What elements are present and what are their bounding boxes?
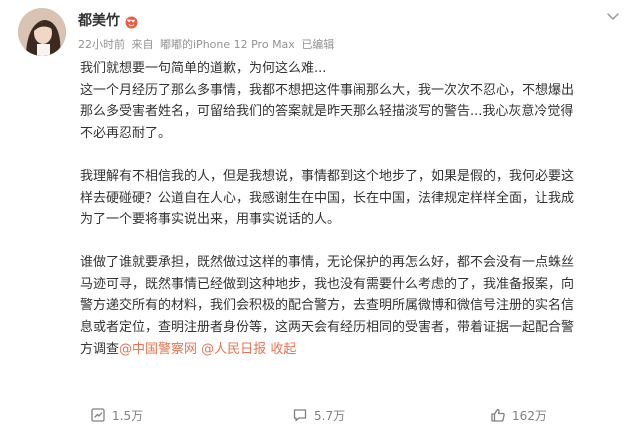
text-line: 我理解有不相信我的人，但是我想说，事情都到这个地步了，如果是假的，我何必要这	[80, 168, 575, 184]
paragraph-3: 谁做了谁就要承担，既然做过这样的事情，无论保护的再怎么好，都不会没有一点蛛丝 马…	[80, 252, 620, 361]
paragraph-2: 我理解有不相信我的人，但是我想说，事情都到这个地步了，如果是假的，我何必要这 样…	[80, 166, 620, 231]
avatar-image	[18, 8, 66, 56]
repost-count: 1.5万	[112, 408, 144, 423]
repost-icon	[91, 408, 105, 422]
text-fragment: 方调查	[80, 341, 120, 357]
text-line: 息或者定位，查明注册者身份等，这两天会有经历相同的受害者，带着证据一起配合警	[80, 320, 575, 336]
mention-link[interactable]: @人民日报	[201, 342, 266, 357]
edited-label[interactable]: 已编辑	[301, 38, 334, 51]
mention-link[interactable]: @中国警察网	[119, 342, 197, 357]
thumbs-up-icon	[491, 408, 505, 422]
like-count: 162万	[512, 408, 547, 423]
post-actions: 1.5万 5.7万 162万	[80, 404, 620, 426]
repost-button[interactable]: 1.5万	[90, 407, 143, 424]
author-name[interactable]: 都美竹	[78, 10, 120, 30]
text-line: 警方递交所有的材料，我们会积极的配合警方，去查明所属微博和微信号注册的实名信	[80, 298, 575, 314]
comment-icon	[293, 409, 307, 422]
like-button[interactable]: 162万	[490, 407, 547, 424]
text-line: 样去硬碰硬？公道自在人心，我感谢生在中国，长在中国，法律规定样样全面，让我成	[80, 190, 575, 206]
text-line-last: 方调查@中国警察网 @人民日报 收起	[80, 339, 620, 361]
post-content: 我们就想要一句简单的道歉，为何这么难... 这一个月经历了那么多事情，我都不想把…	[80, 58, 620, 360]
text-line: 为了一个要将事实说出来，用事实说话的人。	[80, 212, 341, 228]
author-row: 都美竹	[78, 10, 138, 30]
post-meta: 22小时前 来自 嘟嘟的iPhone 12 Pro Max 已编辑	[78, 36, 337, 52]
source-prefix: 来自	[131, 38, 154, 51]
paragraph-1: 我们就想要一句简单的道歉，为何这么难... 这一个月经历了那么多事情，我都不想把…	[80, 58, 620, 145]
text-line: 不必再忍耐了。	[80, 126, 172, 142]
comment-count: 5.7万	[314, 408, 346, 423]
text-line: 我们就想要一句简单的道歉，为何这么难...	[80, 61, 327, 76]
comment-button[interactable]: 5.7万	[292, 407, 345, 424]
source-device[interactable]: 嘟嘟的iPhone 12 Pro Max	[160, 38, 295, 51]
collapse-link[interactable]: 收起	[270, 342, 296, 357]
text-line: 这一个月经历了那么多事情，我都不想把这件事闹那么大，我一次次不忍心，不想爆出	[80, 82, 575, 98]
text-line: 马迹可寻，既然事情已经做到这种地步，我也没有需要什么考虑的了，我准备报案，向	[80, 276, 575, 292]
chevron-down-icon[interactable]	[605, 8, 621, 24]
text-line: 谁做了谁就要承担，既然做过这样的事情，无论保护的再怎么好，都不会没有一点蛛丝	[80, 254, 575, 270]
post-time[interactable]: 22小时前	[78, 38, 125, 51]
text-line: 那么多受害者姓名，可留给我们的答案就是昨天那么轻描淡写的警告...我心灰意冷觉得	[80, 104, 574, 120]
heart-eyes-emoji-icon	[125, 14, 138, 28]
avatar[interactable]	[18, 8, 66, 56]
